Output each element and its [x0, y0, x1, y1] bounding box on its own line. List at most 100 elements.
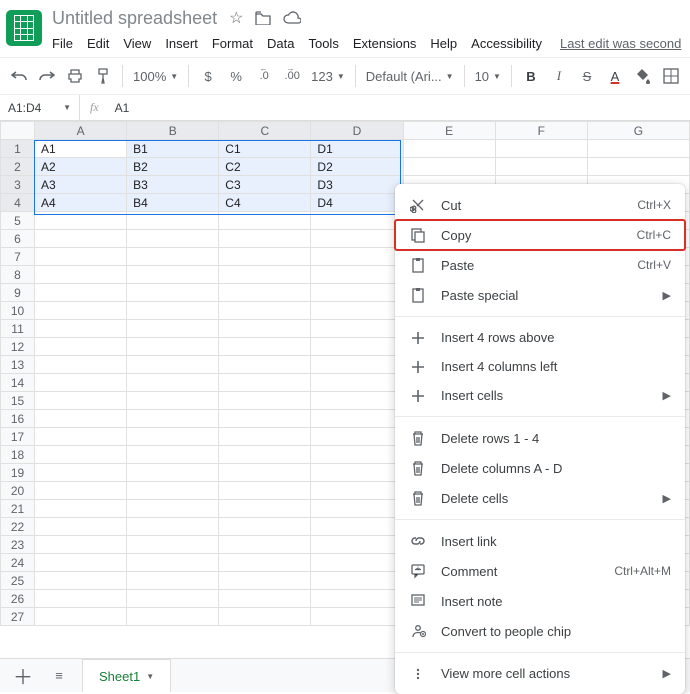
row-header[interactable]: 13: [1, 356, 35, 374]
cell[interactable]: [35, 374, 127, 392]
cell[interactable]: [127, 554, 219, 572]
undo-icon[interactable]: [10, 67, 28, 85]
cell[interactable]: [495, 158, 587, 176]
cell[interactable]: D3: [311, 176, 403, 194]
column-header[interactable]: G: [587, 122, 689, 140]
row-header[interactable]: 2: [1, 158, 35, 176]
row-header[interactable]: 20: [1, 482, 35, 500]
percent-button[interactable]: %: [227, 67, 245, 85]
cell[interactable]: [311, 410, 403, 428]
column-header[interactable]: D: [311, 122, 403, 140]
cell[interactable]: [311, 284, 403, 302]
cell[interactable]: [219, 500, 311, 518]
cell[interactable]: [35, 518, 127, 536]
row-header[interactable]: 1: [1, 140, 35, 158]
cell[interactable]: [219, 572, 311, 590]
cell[interactable]: [219, 230, 311, 248]
cell[interactable]: [35, 356, 127, 374]
context-menu-item[interactable]: PasteCtrl+V: [395, 250, 685, 280]
cell[interactable]: [127, 284, 219, 302]
column-header[interactable]: E: [403, 122, 495, 140]
cell[interactable]: [219, 446, 311, 464]
row-header[interactable]: 15: [1, 392, 35, 410]
cell[interactable]: [127, 500, 219, 518]
cell[interactable]: [35, 392, 127, 410]
add-sheet-button[interactable]: ＋: [10, 663, 36, 689]
cell[interactable]: [219, 338, 311, 356]
cell[interactable]: [219, 590, 311, 608]
cell[interactable]: [219, 464, 311, 482]
cell[interactable]: [127, 446, 219, 464]
cell[interactable]: [311, 356, 403, 374]
cell[interactable]: [35, 248, 127, 266]
cell[interactable]: [311, 266, 403, 284]
context-menu-item[interactable]: View more cell actions▶: [395, 659, 685, 688]
cell[interactable]: [35, 230, 127, 248]
redo-icon[interactable]: [38, 67, 56, 85]
row-header[interactable]: 23: [1, 536, 35, 554]
cell[interactable]: [219, 266, 311, 284]
text-color-button[interactable]: A: [606, 67, 624, 85]
cell[interactable]: [127, 518, 219, 536]
cell[interactable]: [219, 428, 311, 446]
cell[interactable]: [403, 140, 495, 158]
context-menu-item[interactable]: Insert 4 rows above: [395, 323, 685, 352]
row-header[interactable]: 24: [1, 554, 35, 572]
cell[interactable]: [311, 500, 403, 518]
row-header[interactable]: 4: [1, 194, 35, 212]
row-header[interactable]: 16: [1, 410, 35, 428]
cell[interactable]: [311, 374, 403, 392]
cell[interactable]: [35, 536, 127, 554]
cell[interactable]: [311, 536, 403, 554]
cell[interactable]: C4: [219, 194, 311, 212]
cell[interactable]: D4: [311, 194, 403, 212]
cell[interactable]: [403, 158, 495, 176]
cell[interactable]: [219, 320, 311, 338]
cell[interactable]: [311, 392, 403, 410]
italic-button[interactable]: I: [550, 67, 568, 85]
font-size-dropdown[interactable]: 10▼: [475, 69, 501, 84]
menu-view[interactable]: View: [123, 36, 151, 51]
strike-button[interactable]: S: [578, 67, 596, 85]
context-menu-item[interactable]: CutCtrl+X: [395, 190, 685, 220]
cell[interactable]: [311, 482, 403, 500]
cell[interactable]: [219, 248, 311, 266]
cell[interactable]: [311, 338, 403, 356]
cell[interactable]: [127, 392, 219, 410]
cell[interactable]: [127, 464, 219, 482]
sheet-tab-menu-icon[interactable]: ▼: [146, 672, 154, 681]
cell[interactable]: [127, 338, 219, 356]
cell[interactable]: [35, 554, 127, 572]
select-all-corner[interactable]: [1, 122, 35, 140]
row-header[interactable]: 5: [1, 212, 35, 230]
cell[interactable]: [311, 572, 403, 590]
row-header[interactable]: 27: [1, 608, 35, 626]
cell[interactable]: [311, 518, 403, 536]
cell[interactable]: [311, 590, 403, 608]
row-header[interactable]: 21: [1, 500, 35, 518]
cell[interactable]: B4: [127, 194, 219, 212]
menu-edit[interactable]: Edit: [87, 36, 109, 51]
row-header[interactable]: 17: [1, 428, 35, 446]
cell[interactable]: [35, 428, 127, 446]
formula-value[interactable]: A1: [109, 101, 136, 115]
context-menu-item[interactable]: Insert note: [395, 586, 685, 616]
star-icon[interactable]: ☆: [229, 8, 243, 28]
cell[interactable]: [219, 536, 311, 554]
cell[interactable]: [127, 410, 219, 428]
cell[interactable]: [311, 554, 403, 572]
sheets-logo-icon[interactable]: [6, 10, 42, 46]
row-header[interactable]: 22: [1, 518, 35, 536]
cell[interactable]: [127, 248, 219, 266]
context-menu-item[interactable]: Delete cells▶: [395, 483, 685, 513]
row-header[interactable]: 7: [1, 248, 35, 266]
cell[interactable]: [35, 320, 127, 338]
document-title[interactable]: Untitled spreadsheet: [52, 8, 217, 29]
bold-button[interactable]: B: [522, 67, 540, 85]
context-menu-item[interactable]: Insert cells▶: [395, 381, 685, 410]
cell[interactable]: [35, 572, 127, 590]
cell[interactable]: [311, 320, 403, 338]
cell[interactable]: A3: [35, 176, 127, 194]
cell[interactable]: B2: [127, 158, 219, 176]
cell[interactable]: [127, 572, 219, 590]
